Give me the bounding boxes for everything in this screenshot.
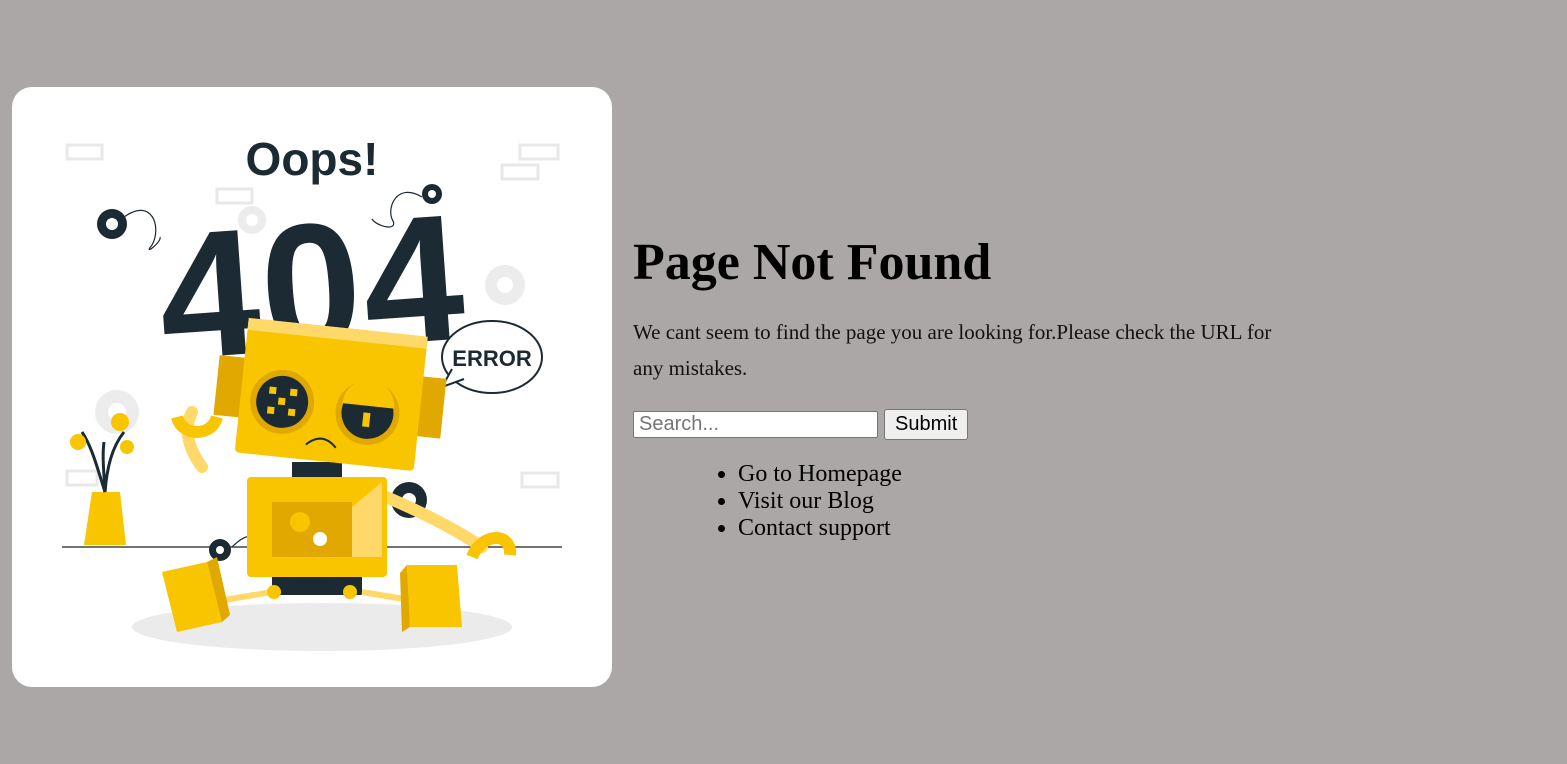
- error-description: We cant seem to find the page you are lo…: [633, 320, 1272, 380]
- search-form: Submit: [633, 409, 1313, 440]
- list-item: Contact support: [738, 515, 1313, 542]
- contact-support-link[interactable]: Contact support: [738, 515, 891, 541]
- oops-headline: Oops!: [246, 133, 379, 185]
- page-title: Page Not Found: [633, 234, 992, 291]
- blog-link[interactable]: Visit our Blog: [738, 488, 874, 514]
- list-item: Visit our Blog: [738, 488, 1313, 515]
- svg-text:ERROR: ERROR: [452, 346, 532, 371]
- error-speech-bubble: ERROR: [439, 320, 543, 394]
- plant-pot: [70, 413, 134, 545]
- search-input[interactable]: [633, 411, 878, 438]
- error-content: Page Not Found We cant seem to find the …: [633, 228, 1313, 542]
- list-item: Go to Homepage: [738, 461, 1313, 488]
- help-links-list: Go to Homepage Visit our Blog Contact su…: [633, 461, 1313, 542]
- submit-button[interactable]: Submit: [884, 409, 969, 440]
- homepage-link[interactable]: Go to Homepage: [738, 461, 902, 487]
- error-illustration: Oops! 404 ERROR: [12, 87, 612, 687]
